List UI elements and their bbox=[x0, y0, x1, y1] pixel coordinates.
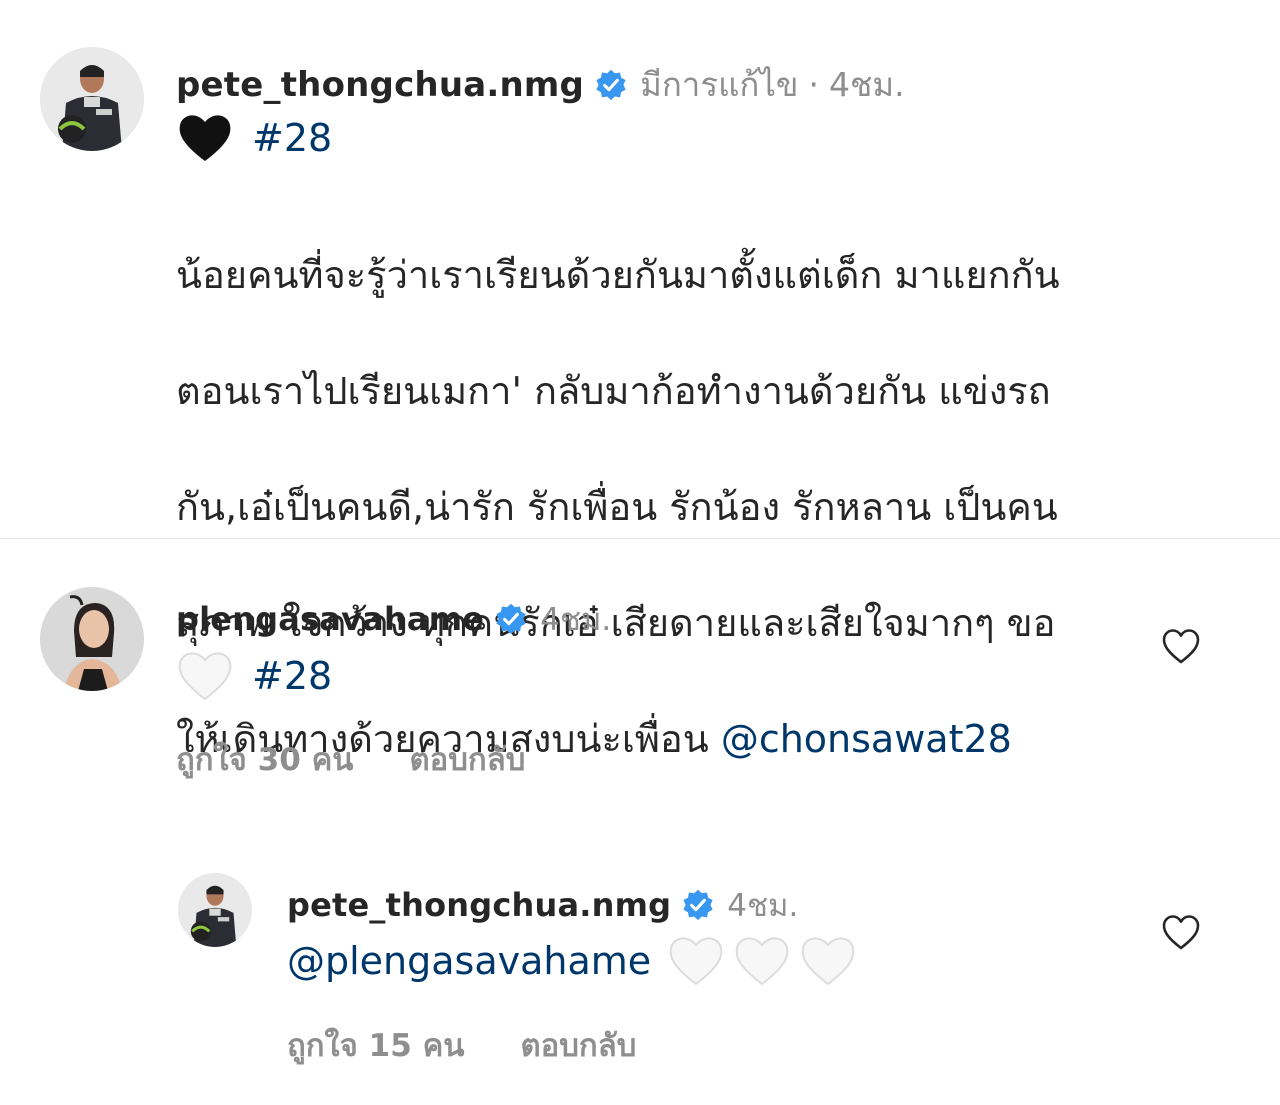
reply-button[interactable]: ตอบกลับ bbox=[521, 1020, 637, 1070]
caption-line: ตอนเราไปเรียนเมกา' กลับมาก้อทำงานด้วยกัน… bbox=[176, 369, 1051, 413]
white-heart-emoji bbox=[799, 934, 857, 988]
like-button[interactable] bbox=[1160, 912, 1202, 954]
avatar[interactable] bbox=[40, 47, 144, 151]
post-hashtag-line: #28 bbox=[176, 111, 332, 165]
caption-line: กัน,เอ๋เป็นคนดี,น่ารัก รักเพื่อน รักน้อง… bbox=[176, 485, 1058, 529]
comment-header: plengasavahame 4ชม. bbox=[176, 594, 611, 644]
verified-badge-icon bbox=[681, 888, 715, 922]
mention-link[interactable]: @chonsawat28 bbox=[721, 717, 1012, 761]
post-time: 4ชม. bbox=[828, 65, 905, 104]
avatar-image bbox=[40, 47, 144, 151]
hashtag-link[interactable]: #28 bbox=[252, 116, 332, 160]
post-header: pete_thongchua.nmg มีการแก้ไข · 4ชม. bbox=[176, 58, 905, 111]
white-heart-emoji bbox=[667, 934, 725, 988]
comment-text: #28 bbox=[176, 649, 332, 703]
reply-time: 4ชม. bbox=[727, 888, 799, 924]
white-heart-emoji bbox=[176, 649, 234, 703]
black-heart-emoji bbox=[176, 111, 234, 165]
reply-header: pete_thongchua.nmg 4ชม. bbox=[287, 880, 798, 930]
comment-username[interactable]: plengasavahame bbox=[176, 600, 484, 638]
caption-text: น้อยคนที่จะรู้ว่าเราเรียนด้วยกันมาตั้งแต… bbox=[176, 188, 1196, 826]
post-username[interactable]: pete_thongchua.nmg bbox=[176, 65, 584, 105]
edited-label: มีการแก้ไข bbox=[640, 65, 799, 104]
like-button[interactable] bbox=[1160, 626, 1202, 668]
reply-button[interactable]: ตอบกลับ bbox=[410, 734, 526, 784]
hashtag-link[interactable]: #28 bbox=[252, 654, 332, 698]
mention-link[interactable]: @plengasavahame bbox=[287, 939, 651, 983]
comment-actions: ถูกใจ 30 คน ตอบกลับ bbox=[176, 734, 525, 784]
caption-line: น้อยคนที่จะรู้ว่าเราเรียนด้วยกันมาตั้งแต… bbox=[176, 253, 1060, 297]
post-caption: pete_thongchua.nmg มีการแก้ไข · 4ชม. #28… bbox=[0, 0, 1280, 761]
avatar-image bbox=[40, 587, 144, 691]
verified-badge-icon bbox=[594, 68, 628, 102]
avatar-image bbox=[178, 873, 252, 947]
meta-separator: · bbox=[808, 65, 819, 104]
reply-username[interactable]: pete_thongchua.nmg bbox=[287, 886, 671, 924]
comment-time: 4ชม. bbox=[540, 602, 612, 638]
reply-text: @plengasavahame bbox=[287, 934, 857, 988]
likes-count-link[interactable]: ถูกใจ 15 คน bbox=[287, 1020, 465, 1070]
heart-outline-icon bbox=[1162, 915, 1200, 950]
reply-avatar[interactable] bbox=[178, 873, 252, 947]
commenter-avatar[interactable] bbox=[40, 587, 144, 691]
verified-badge-icon bbox=[494, 602, 528, 636]
white-heart-emoji bbox=[733, 934, 791, 988]
likes-count-link[interactable]: ถูกใจ 30 คน bbox=[176, 734, 354, 784]
reply-actions: ถูกใจ 15 คน ตอบกลับ bbox=[287, 1020, 636, 1070]
heart-outline-icon bbox=[1162, 629, 1200, 664]
